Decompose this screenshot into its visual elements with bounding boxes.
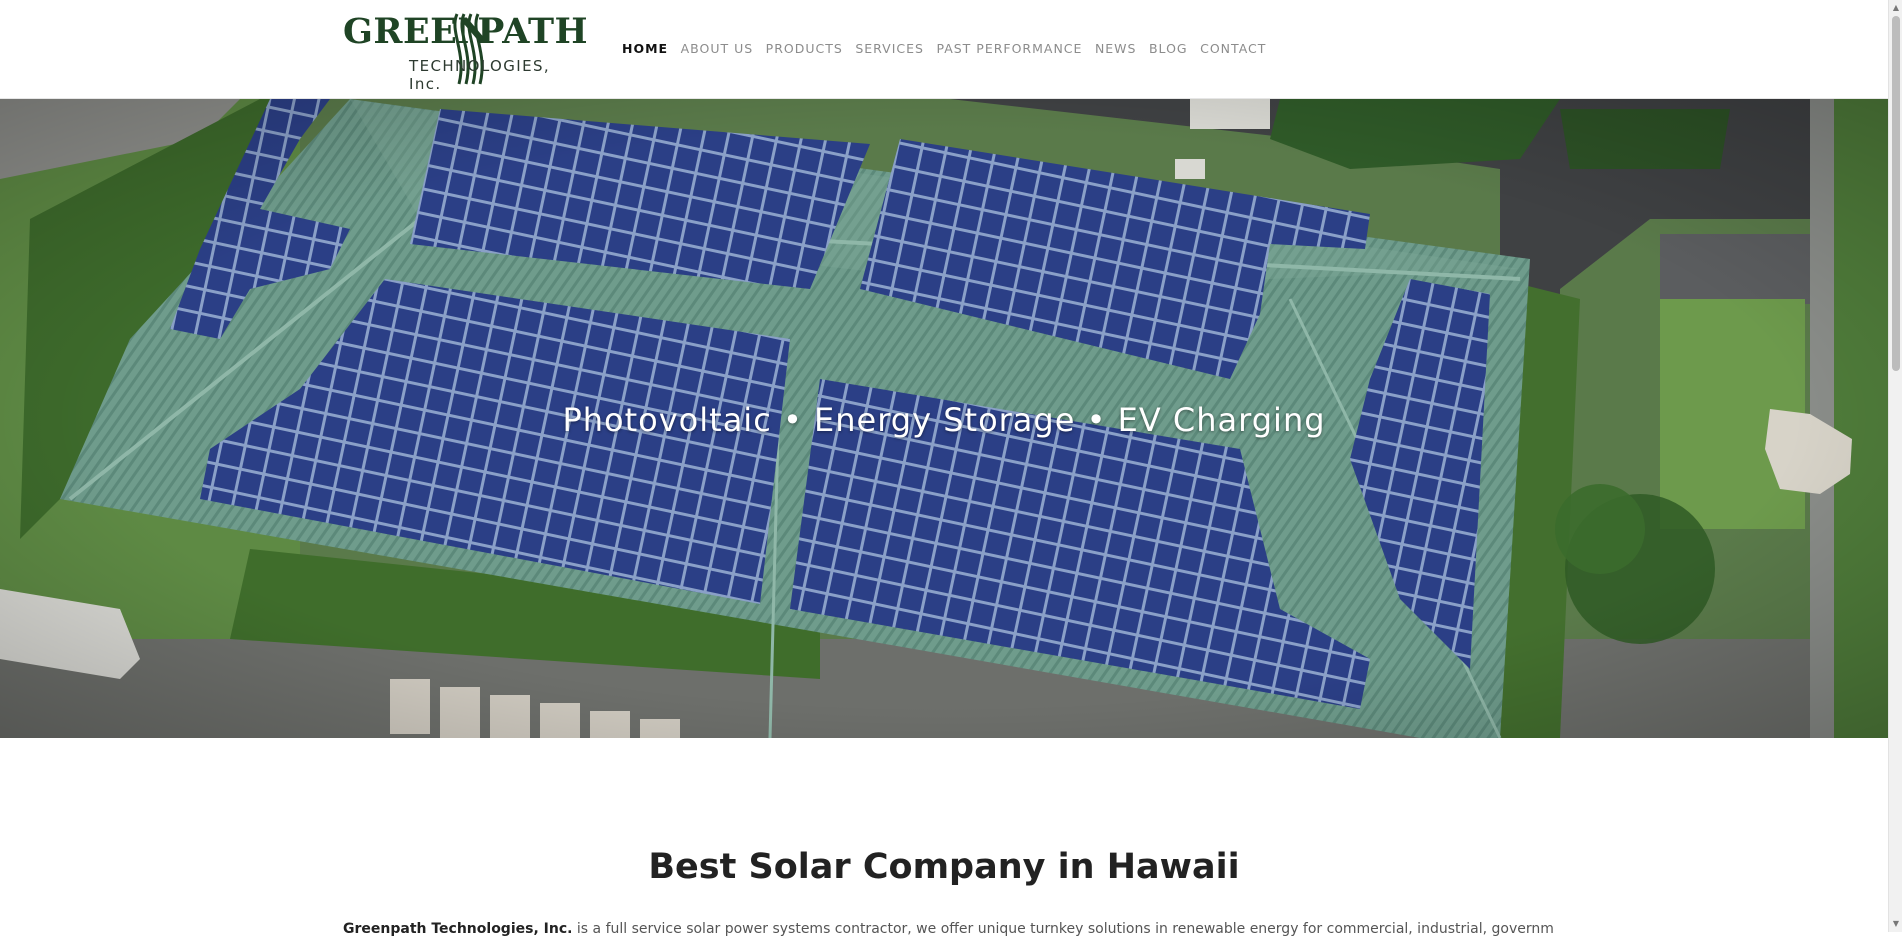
main-nav: HOME ABOUT US PRODUCTS SERVICES PAST PER…	[622, 40, 1279, 58]
page-scrollbar[interactable]: ▲ ▼	[1888, 0, 1902, 932]
nav-contact[interactable]: CONTACT	[1200, 40, 1266, 58]
logo-tagline: TECHNOLOGIES, Inc.	[409, 57, 551, 93]
intro-text: is a full service solar power systems co…	[572, 921, 1553, 937]
hero-headline: Photovoltaic • Energy Storage • EV Charg…	[562, 401, 1326, 439]
page-title: Best Solar Company in Hawaii	[648, 847, 1240, 887]
hero-banner: Photovoltaic • Energy Storage • EV Charg…	[0, 99, 1888, 738]
scroll-down-arrow-icon[interactable]: ▼	[1891, 918, 1901, 930]
nav-about-us[interactable]: ABOUT US	[681, 40, 754, 58]
scrollbar-thumb[interactable]	[1892, 16, 1900, 371]
nav-home[interactable]: HOME	[622, 40, 668, 58]
nav-products[interactable]: PRODUCTS	[766, 40, 843, 58]
logo-word-path: PATH	[478, 11, 589, 52]
greenpath-logo[interactable]: GREEN PATH TECHNOLOGIES, Inc.	[343, 12, 588, 94]
site-header: GREEN PATH TECHNOLOGIES, Inc. HOME ABOUT…	[0, 0, 1888, 99]
nav-blog[interactable]: BLOG	[1149, 40, 1188, 58]
scroll-up-arrow-icon[interactable]: ▲	[1891, 2, 1901, 14]
nav-news[interactable]: NEWS	[1095, 40, 1137, 58]
nav-services[interactable]: SERVICES	[855, 40, 924, 58]
intro-company-name: Greenpath Technologies, Inc.	[343, 921, 573, 937]
intro-paragraph: Greenpath Technologies, Inc. is a full s…	[343, 918, 1553, 940]
nav-past-performance[interactable]: PAST PERFORMANCE	[936, 40, 1082, 58]
